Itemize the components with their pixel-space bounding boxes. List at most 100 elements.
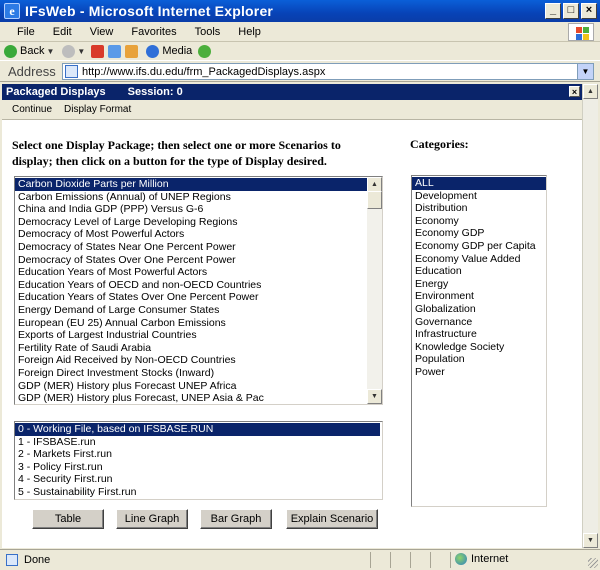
back-button[interactable]: Back ▼ [4,44,55,58]
media-icon [146,44,160,58]
address-dropdown-icon[interactable]: ▼ [577,64,593,79]
home-icon[interactable] [125,44,139,58]
internet-globe-icon [455,553,467,565]
security-zone: Internet [455,553,508,565]
scenario-list-item[interactable]: 5 - Sustainability First.run [15,486,380,499]
menu-file[interactable]: File [12,26,40,38]
bar-graph-button[interactable]: Bar Graph [200,509,272,529]
instructions-text: Select one Display Package; then select … [12,138,341,168]
category-list-item[interactable]: Governance [412,316,546,329]
package-list-item[interactable]: Carbon Emissions (Annual) of UNEP Region… [15,191,367,204]
menu-help[interactable]: Help [233,26,266,38]
category-list-item[interactable]: Education [412,265,546,278]
forward-button[interactable]: ▼ [58,44,86,58]
page-content: Packaged Displays Session: 0 × Continue … [2,84,582,548]
line-graph-button[interactable]: Line Graph [116,509,188,529]
package-list-item[interactable]: GDP (MER) History plus Forecast, UNEP As… [15,392,367,404]
package-list-item[interactable]: Democracy of States Near One Percent Pow… [15,241,367,254]
category-list-item[interactable]: ALL [412,177,546,190]
package-list-item[interactable]: Education Years of States Over One Perce… [15,291,367,304]
menu-view[interactable]: View [85,26,119,38]
panel-toolbar: Continue Display Format [2,100,582,120]
continue-link[interactable]: Continue [12,104,52,115]
package-list-item[interactable]: GDP (MER) History plus Forecast UNEP Afr… [15,380,367,393]
category-list-item[interactable]: Power [412,366,546,379]
page-icon [65,65,78,78]
scenario-listbox[interactable]: 0 - Working File, based on IFSBASE.RUN 1 … [14,421,383,500]
package-list-item[interactable]: Energy Demand of Large Consumer States [15,304,367,317]
page-scrollbar[interactable]: ▲ ▼ [582,84,598,548]
category-list-item[interactable]: Infrastructure [412,328,546,341]
zone-label: Internet [471,553,509,565]
package-list-item[interactable]: European (EU 25) Annual Carbon Emissions [15,317,367,330]
package-list-item[interactable]: China and India GDP (PPP) Versus G-6 [15,203,367,216]
refresh-icon[interactable] [108,44,122,58]
maximize-button[interactable]: □ [563,3,579,19]
package-list-item[interactable]: Exports of Largest Industrial Countries [15,329,367,342]
scenario-list-item[interactable]: 2 - Markets First.run [15,448,380,461]
stop-icon[interactable] [91,44,105,58]
category-list-item[interactable]: Economy GDP per Capita [412,240,546,253]
panel-title: Packaged Displays [6,86,106,98]
category-listbox[interactable]: ALL Development Distribution Economy Economy… [411,175,547,507]
ie-app-icon: e [4,3,20,19]
address-label: Address [8,63,56,79]
standard-toolbar: Back ▼ ▼ Media [0,42,600,60]
window-title-bar: e IFsWeb - Microsoft Internet Explorer _… [0,0,600,22]
package-list-scrollbar[interactable]: ▲ ▼ [367,177,382,404]
category-list-item[interactable]: Population [412,353,546,366]
window-title: IFsWeb - Microsoft Internet Explorer [25,3,274,19]
menu-edit[interactable]: Edit [48,26,77,38]
close-button[interactable]: × [581,3,597,19]
category-list-item[interactable]: Distribution [412,202,546,215]
category-list-item[interactable]: Economy GDP [412,227,546,240]
page-scroll-down-icon[interactable]: ▼ [583,533,598,548]
status-text: Done [24,554,51,566]
package-list-item[interactable]: Democracy of Most Powerful Actors [15,228,367,241]
package-list-item[interactable]: Education Years of OECD and non-OECD Cou… [15,279,367,292]
package-list-item[interactable]: Democracy of States Over One Percent Pow… [15,254,367,267]
scroll-down-icon[interactable]: ▼ [367,389,382,404]
package-list-item[interactable]: Foreign Aid Received by Non-OECD Countri… [15,354,367,367]
category-list-item[interactable]: Development [412,190,546,203]
panel-close-button[interactable]: × [569,86,580,97]
status-bar: Done Internet [0,549,600,570]
back-arrow-icon [4,44,17,58]
package-list-item[interactable]: Democracy Level of Large Developing Regi… [15,216,367,229]
category-list-item[interactable]: Economy Value Added [412,253,546,266]
history-icon[interactable] [198,44,212,58]
minimize-button[interactable]: _ [545,3,561,19]
table-button[interactable]: Table [32,509,104,529]
category-list-item[interactable]: Energy [412,278,546,291]
scenario-list-item[interactable]: 3 - Policy First.run [15,461,380,474]
forward-arrow-icon [62,44,76,58]
category-list-item[interactable]: Knowledge Society [412,341,546,354]
categories-title: Categories: [410,137,469,151]
address-field[interactable]: http://www.ifs.du.edu/frm_PackagedDispla… [62,63,594,80]
category-list-item[interactable]: Environment [412,290,546,303]
media-button[interactable]: Media [142,44,192,58]
explain-scenario-button[interactable]: Explain Scenario [286,509,378,529]
scenario-list-item[interactable]: 1 - IFSBASE.run [15,436,380,449]
package-list-item[interactable]: Foreign Direct Investment Stocks (Inward… [15,367,367,380]
scenario-list-item[interactable]: 0 - Working File, based on IFSBASE.RUN [15,423,380,436]
page-scroll-up-icon[interactable]: ▲ [583,84,598,99]
done-page-icon [6,554,18,566]
display-format-link[interactable]: Display Format [64,104,131,115]
panel-header: Packaged Displays Session: 0 × [2,84,582,100]
resize-grip[interactable] [588,558,598,568]
scroll-up-icon[interactable]: ▲ [367,177,382,192]
package-list-item[interactable]: Education Years of Most Powerful Actors [15,266,367,279]
package-listbox[interactable]: Carbon Dioxide Parts per Million Carbon E… [14,176,383,405]
address-url[interactable]: http://www.ifs.du.edu/frm_PackagedDispla… [82,66,325,78]
forward-dropdown-icon: ▼ [77,46,86,56]
scroll-thumb[interactable] [367,191,382,209]
package-list-item[interactable]: Carbon Dioxide Parts per Million [15,178,367,191]
menu-tools[interactable]: Tools [190,26,226,38]
category-list-item[interactable]: Economy [412,215,546,228]
back-dropdown-icon: ▼ [46,46,55,56]
category-list-item[interactable]: Globalization [412,303,546,316]
menu-favorites[interactable]: Favorites [126,26,181,38]
package-list-item[interactable]: Fertility Rate of Saudi Arabia [15,342,367,355]
scenario-list-item[interactable]: 4 - Security First.run [15,473,380,486]
